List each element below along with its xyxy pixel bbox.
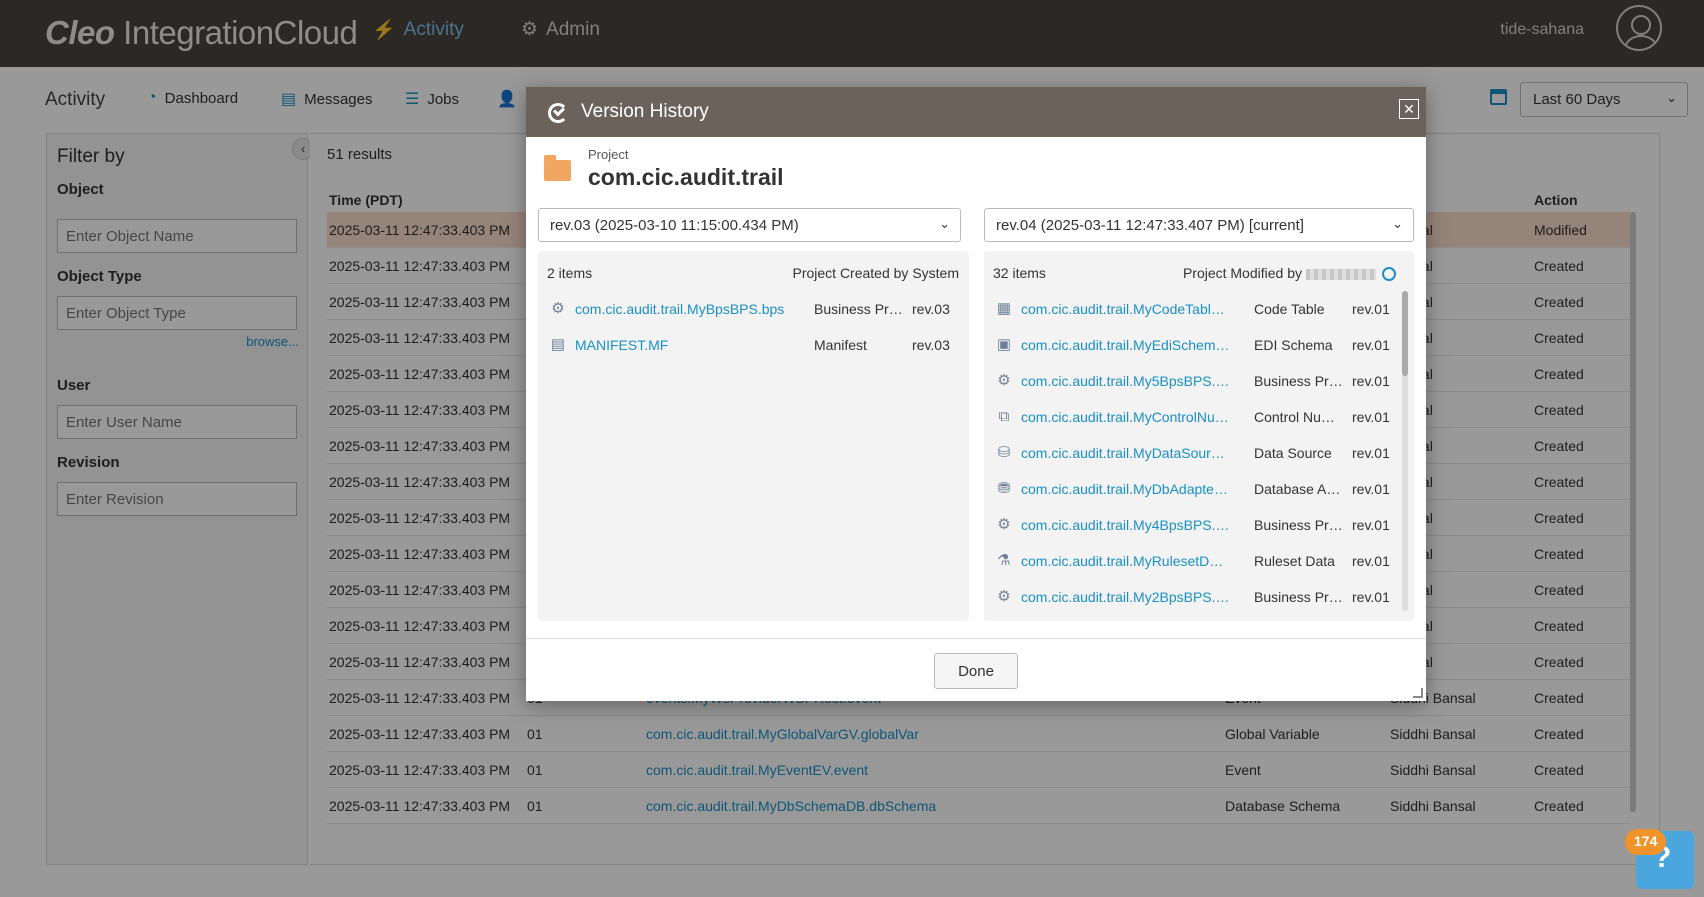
item-type: Ruleset Data — [1254, 553, 1335, 569]
gear-icon: ⚙ — [997, 588, 1011, 605]
item-revision: rev.01 — [1352, 517, 1390, 533]
dialog-title: Version History — [581, 101, 709, 122]
item-name-link[interactable]: com.cic.audit.trail.MyEdiSchemaEDI — [1021, 337, 1231, 353]
ruleset-icon: ⚗ — [997, 552, 1011, 569]
item-name-link[interactable]: com.cic.audit.trail.My2BpsBPS.bps — [1021, 589, 1231, 605]
left-item-count: 2 items — [547, 265, 593, 281]
left-revision-status: Project Created by System — [792, 265, 959, 281]
right-pane-scrollbar[interactable] — [1402, 291, 1408, 611]
project-label: Project — [588, 147, 629, 162]
item-name-link[interactable]: MANIFEST.MF — [575, 337, 785, 353]
item-type: Data Source — [1254, 445, 1332, 461]
item-name-link[interactable]: com.cic.audit.trail.MyDbAdapterDB — [1021, 481, 1231, 497]
list-item: ▤ MANIFEST.MF Manifest rev.03 — [538, 327, 969, 363]
gear-icon: ⚙ — [997, 516, 1011, 533]
item-name-link[interactable]: com.cic.audit.trail.MyCodeTableCTable — [1021, 301, 1231, 317]
left-revision-select[interactable]: rev.03 (2025-03-10 11:15:00.434 PM) ⌄ — [538, 208, 961, 242]
item-type: Business Process — [814, 301, 909, 317]
notification-badge[interactable]: 174 — [1625, 829, 1667, 855]
item-type: Control Number — [1254, 409, 1344, 425]
redacted-user — [1306, 268, 1376, 280]
right-revision-value: rev.04 (2025-03-11 12:47:33.407 PM) [cur… — [996, 217, 1304, 234]
right-revision-select[interactable]: rev.04 (2025-03-11 12:47:33.407 PM) [cur… — [984, 208, 1414, 242]
file-icon: ▤ — [550, 336, 566, 353]
done-button[interactable]: Done — [934, 653, 1018, 689]
item-type: EDI Schema — [1254, 337, 1333, 353]
item-revision: rev.01 — [1352, 301, 1390, 317]
list-item: ⚙ com.cic.audit.trail.My5BpsBPS.bps Busine… — [984, 363, 1414, 399]
list-item: ▦ com.cic.audit.trail.MyCodeTableCTable Co… — [984, 291, 1414, 327]
right-revision-pane: 32 items Project Modified by ▦ com.cic.au… — [984, 251, 1414, 621]
left-revision-value: rev.03 (2025-03-10 11:15:00.434 PM) — [550, 217, 799, 234]
item-name-link[interactable]: com.cic.audit.trail.MyDataSourceDS — [1021, 445, 1231, 461]
item-revision: rev.01 — [1352, 445, 1390, 461]
database-adapter-icon: ⛃ — [997, 480, 1011, 497]
gear-icon: ⚙ — [551, 300, 565, 317]
item-name-link[interactable]: com.cic.audit.trail.My5BpsBPS.bps — [1021, 373, 1231, 389]
version-history-icon — [548, 103, 568, 123]
list-item: ⚙ com.cic.audit.trail.My4BpsBPS.bps Busine… — [984, 507, 1414, 543]
data-source-icon: ⛁ — [997, 444, 1011, 461]
project-name: com.cic.audit.trail — [588, 164, 784, 190]
item-revision: rev.01 — [1352, 589, 1390, 605]
list-item: ⛃ com.cic.audit.trail.MyDbAdapterDB Databa… — [984, 471, 1414, 507]
list-item: ⚙ com.cic.audit.trail.My2BpsBPS.bps Busine… — [984, 579, 1414, 615]
item-revision: rev.03 — [912, 301, 950, 317]
item-type: Database Adapter — [1254, 481, 1344, 497]
item-type: Business Process — [1254, 589, 1344, 605]
dialog-header: Version History ✕ — [526, 87, 1426, 137]
dialog-footer: Done — [526, 638, 1426, 701]
item-name-link[interactable]: com.cic.audit.trail.My4BpsBPS.bps — [1021, 517, 1231, 533]
list-item: ⧉ com.cic.audit.trail.MyControlNumber Cont… — [984, 399, 1414, 435]
comment-icon[interactable] — [1382, 267, 1396, 282]
right-item-count: 32 items — [993, 265, 1046, 281]
item-revision: rev.01 — [1352, 481, 1390, 497]
item-name-link[interactable]: com.cic.audit.trail.MyRulesetDataRS — [1021, 553, 1231, 569]
resize-handle[interactable] — [1413, 688, 1423, 698]
item-revision: rev.01 — [1352, 553, 1390, 569]
folder-icon — [544, 155, 571, 181]
item-type: Business Process — [1254, 373, 1344, 389]
version-history-dialog: Version History ✕ Project com.cic.audit.… — [526, 87, 1426, 701]
item-name-link[interactable]: com.cic.audit.trail.MyControlNumber — [1021, 409, 1231, 425]
item-type: Code Table — [1254, 301, 1325, 317]
list-item: ⛁ com.cic.audit.trail.MyDataSourceDS Data … — [984, 435, 1414, 471]
right-revision-status: Project Modified by — [1182, 265, 1396, 282]
left-revision-pane: 2 items Project Created by System ⚙ com.c… — [538, 251, 969, 621]
edi-icon: ▣ — [996, 336, 1012, 353]
item-name-link[interactable]: com.cic.audit.trail.MyBpsBPS.bps — [575, 301, 785, 317]
right-revision-status-text: Project Modified by — [1182, 265, 1302, 281]
list-item: ⚙ com.cic.audit.trail.MyBpsBPS.bps Busines… — [538, 291, 969, 327]
item-type: Business Process — [1254, 517, 1344, 533]
table-icon: ▦ — [996, 300, 1012, 317]
chevron-down-icon: ⌄ — [1392, 216, 1403, 231]
item-revision: rev.01 — [1352, 409, 1390, 425]
gear-icon: ⚙ — [997, 372, 1011, 389]
close-icon: ✕ — [1403, 101, 1415, 117]
close-button[interactable]: ✕ — [1399, 99, 1419, 119]
control-number-icon: ⧉ — [998, 408, 1010, 425]
item-revision: rev.03 — [912, 337, 950, 353]
list-item: ▣ com.cic.audit.trail.MyEdiSchemaEDI EDI S… — [984, 327, 1414, 363]
list-item: ⚗ com.cic.audit.trail.MyRulesetDataRS Rule… — [984, 543, 1414, 579]
chevron-down-icon: ⌄ — [939, 216, 950, 231]
item-revision: rev.01 — [1352, 373, 1390, 389]
item-revision: rev.01 — [1352, 337, 1390, 353]
item-type: Manifest — [814, 337, 867, 353]
